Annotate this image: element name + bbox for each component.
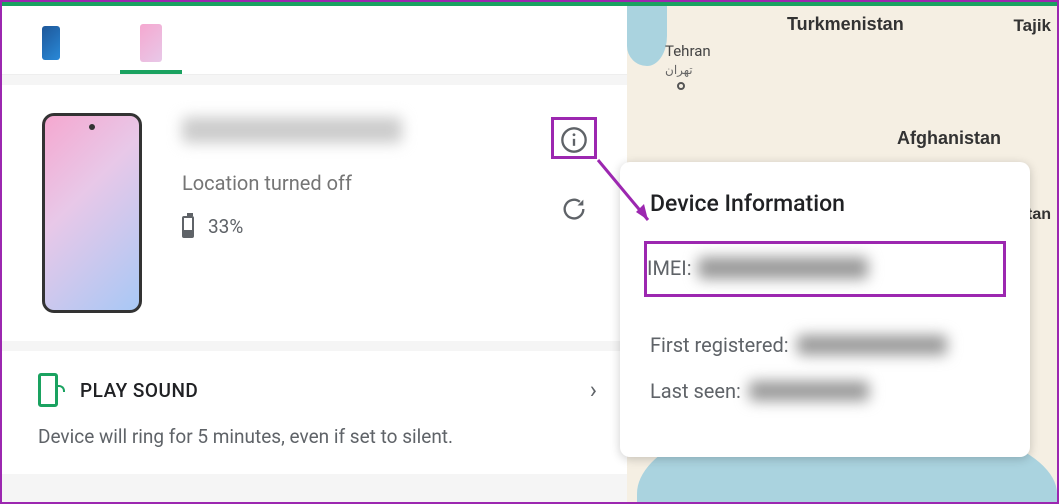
imei-value	[698, 257, 868, 279]
last-seen-row: Last seen:	[650, 379, 1000, 403]
last-seen-value	[749, 381, 869, 401]
chevron-right-icon: ›	[590, 376, 597, 404]
first-registered-value	[797, 335, 947, 355]
map-label-tehran: Tehran تهران	[665, 42, 711, 78]
refresh-icon	[560, 195, 588, 223]
play-sound-title: PLAY SOUND	[80, 379, 568, 402]
first-registered-label: First registered:	[650, 333, 789, 357]
popover-title: Device Information	[650, 190, 1000, 217]
device-information-popover: Device Information IMEI: First registere…	[620, 162, 1030, 457]
battery-icon	[182, 216, 194, 238]
device-info: Location turned off 33%	[182, 113, 511, 313]
device-card: Location turned off 33%	[2, 85, 627, 341]
imei-row: IMEI:	[644, 241, 1006, 297]
location-status: Location turned off	[182, 171, 352, 195]
refresh-button[interactable]	[560, 195, 588, 223]
device-panel: Location turned off 33%	[2, 6, 627, 502]
info-icon	[560, 126, 588, 154]
device-name	[182, 117, 402, 143]
map-city-marker	[677, 82, 685, 90]
play-sound-icon	[38, 373, 58, 407]
device-tabs	[2, 6, 627, 75]
battery-percent: 33%	[208, 215, 243, 238]
play-sound-description: Device will ring for 5 minutes, even if …	[38, 425, 597, 448]
last-seen-label: Last seen:	[650, 379, 741, 403]
map-label-tajikistan: Tajik	[1014, 16, 1051, 36]
play-sound-button[interactable]: PLAY SOUND ›	[38, 373, 597, 407]
first-registered-row: First registered:	[650, 333, 1000, 357]
device-tab-1[interactable]	[22, 16, 80, 74]
imei-label: IMEI:	[647, 256, 692, 280]
play-sound-card: PLAY SOUND › Device will ring for 5 minu…	[2, 351, 627, 474]
map-label-turkmenistan: Turkmenistan	[787, 14, 904, 35]
device-tab-2[interactable]	[120, 16, 182, 74]
phone-icon	[42, 26, 60, 60]
map-label-afghanistan: Afghanistan	[897, 128, 1001, 149]
info-button[interactable]	[551, 117, 597, 159]
phone-icon	[140, 24, 162, 62]
device-image	[42, 113, 142, 313]
